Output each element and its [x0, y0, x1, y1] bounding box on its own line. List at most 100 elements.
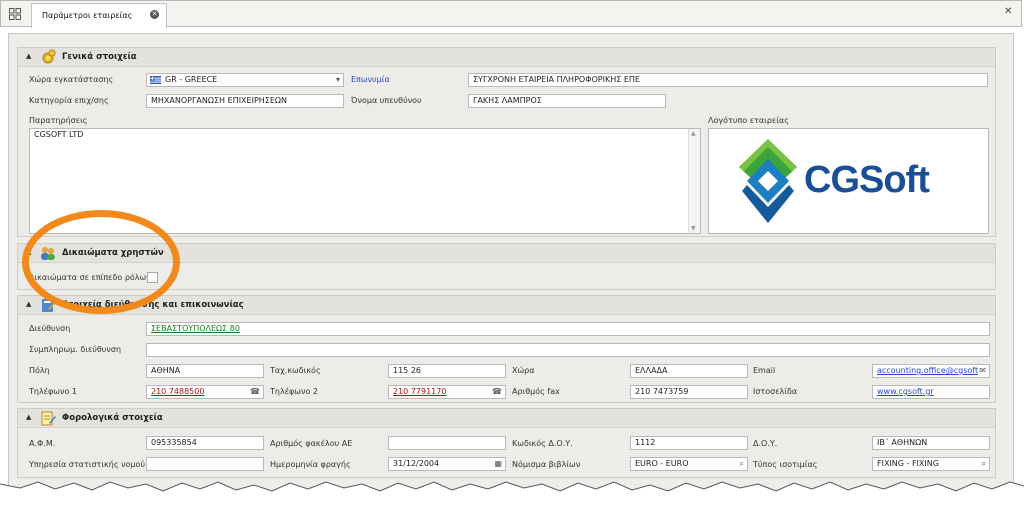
country2-value: ΕΛΛΑΔΑ — [635, 366, 668, 375]
collapse-icon[interactable]: ▲ — [26, 413, 31, 421]
company-name-field[interactable]: ΣΥΓΧΡΟΝΗ ΕΤΑΙΡΕΙΑ ΠΛΗΡΟΦΟΡΙΚΗΣ ΕΠΕ — [468, 73, 988, 87]
mail-icon[interactable]: ✉ — [979, 366, 986, 375]
ae-file-label: Αριθμός φακέλου ΑΕ — [270, 439, 353, 448]
country2-field[interactable]: ΕΛΛΑΔΑ — [630, 364, 748, 378]
parity-value: FIXING - FIXING — [877, 459, 939, 468]
calendar-icon[interactable]: ▦ — [494, 459, 502, 468]
country-label: Χώρα εγκατάστασης — [29, 75, 114, 84]
parity-field[interactable]: FIXING - FIXING ⌕ — [872, 457, 990, 471]
country2-label: Χώρα — [512, 366, 535, 375]
ae-file-field[interactable] — [388, 436, 506, 450]
stats-label: Υπηρεσία στατιστικής νομού — [29, 460, 146, 469]
greek-flag-icon — [150, 76, 161, 84]
website-value: www.cgsoft.gr — [877, 387, 934, 396]
group-tax-header[interactable]: ▲ Φορολογικά στοιχεία — [18, 409, 995, 428]
phone2-value: 210 7791170 — [393, 387, 447, 396]
group-title: Φορολογικά στοιχεία — [62, 413, 163, 423]
city-label: Πόλη — [29, 366, 50, 375]
company-name-label: Επωνυμία — [351, 75, 390, 84]
website-field[interactable]: www.cgsoft.gr — [872, 385, 990, 399]
phone1-value: 210 7488500 — [151, 387, 205, 396]
scroll-down-icon[interactable]: ▼ — [691, 225, 696, 232]
group-general-header[interactable]: ▲ Γενικά στοιχεία — [18, 48, 995, 67]
doy-value: ΙΒ΄ ΑΘΗΝΩΝ — [877, 438, 928, 447]
closing-date-label: Ημερομηνία φραγής — [270, 460, 351, 469]
email-field[interactable]: accounting.office@cgsoft ✉ — [872, 364, 990, 378]
address-field[interactable]: ΣΕΒΑΣΤΟΥΠΟΛΕΩΣ 80 — [146, 322, 990, 336]
logo-text: CGSoft — [804, 159, 930, 201]
search-icon[interactable]: ⌕ — [982, 459, 986, 469]
city-value: ΑΘΗΝΑ — [151, 366, 181, 375]
currency-label: Νόμισμα βιβλίων — [512, 460, 581, 469]
notes-value: CGSOFT LTD — [34, 130, 84, 139]
group-address-header[interactable]: ▲ Στοιχεία διεύθυνσης και επικοινωνίας — [18, 296, 995, 315]
logo-label: Λογότυπο εταιρείας — [708, 116, 789, 125]
phone1-field[interactable]: 210 7488500 ☎ — [146, 385, 264, 399]
afm-label: Α.Φ.Μ. — [29, 439, 56, 448]
manager-field[interactable]: ΓΑΚΗΣ ΛΑΜΠΡΟΣ — [468, 94, 666, 108]
phone1-label: Τηλέφωνο 1 — [29, 387, 77, 396]
address2-field[interactable] — [146, 343, 990, 357]
notes-scrollbar[interactable]: ▲ ▼ — [688, 129, 700, 233]
scroll-up-icon[interactable]: ▲ — [691, 130, 696, 137]
afm-field[interactable]: 095335854 — [146, 436, 264, 450]
company-name-value: ΣΥΓΧΡΟΝΗ ΕΤΑΙΡΕΙΑ ΠΛΗΡΟΦΟΡΙΚΗΣ ΕΠΕ — [473, 75, 640, 84]
group-address-contact: ▲ Στοιχεία διεύθυνσης και επικοινωνίας Δ… — [17, 295, 996, 403]
website-label: Ιστοσελίδα — [753, 387, 798, 396]
phone2-label: Τηλέφωνο 2 — [270, 387, 318, 396]
postal-label: Ταχ.κωδικός — [270, 366, 321, 375]
search-icon[interactable]: ⌕ — [740, 459, 744, 469]
grid-menu-icon[interactable] — [9, 8, 21, 20]
city-field[interactable]: ΑΘΗΝΑ — [146, 364, 264, 378]
doy-field[interactable]: ΙΒ΄ ΑΘΗΝΩΝ — [872, 436, 990, 450]
phone2-field[interactable]: 210 7791170 ☎ — [388, 385, 506, 399]
group-title: Γενικά στοιχεία — [62, 52, 137, 62]
category-label: Κατηγορία επιχ/σης — [29, 96, 109, 105]
fax-value: 210 7473759 — [635, 387, 689, 396]
stats-field[interactable] — [146, 457, 264, 471]
category-field[interactable]: ΜΗΧΑΝΟΡΓΑΝΩΣΗ ΕΠΙΧΕΙΡΗΣΕΩΝ — [146, 94, 344, 108]
closing-date-value: 31/12/2004 — [393, 459, 440, 468]
group-general: ▲ Γενικά στοιχεία Χώρα εγκατάστασης GR -… — [17, 47, 996, 237]
phone-icon[interactable]: ☎ — [250, 387, 260, 396]
document-tab-bar: Παράμετροι εταιρείας ✕ ✕ — [0, 0, 1022, 28]
doy-label: Δ.Ο.Υ. — [753, 439, 778, 448]
currency-value: EURO - EURO — [635, 459, 689, 468]
cgsoft-logo-icon — [739, 139, 797, 223]
manager-value: ΓΑΚΗΣ ΛΑΜΠΡΟΣ — [473, 96, 542, 105]
postal-value: 115 26 — [393, 366, 421, 375]
doy-code-value: 1112 — [635, 438, 656, 447]
group-tax: ▲ Φορολογικά στοιχεία Α.Φ.Μ. 095335854 Α… — [17, 408, 996, 478]
chevron-down-icon[interactable]: ▾ — [336, 75, 340, 84]
doy-code-field[interactable]: 1112 — [630, 436, 748, 450]
parity-label: Τύπος ισοτιμίας — [753, 460, 818, 469]
tab-company-parameters[interactable]: Παράμετροι εταιρείας ✕ — [31, 3, 167, 28]
gear-icon — [42, 49, 56, 64]
postal-field[interactable]: 115 26 — [388, 364, 506, 378]
highlight-ellipse — [22, 210, 180, 314]
email-label: Email — [753, 366, 776, 375]
country-select[interactable]: GR - GREECE ▾ — [146, 73, 344, 87]
fax-label: Αριθμός fax — [512, 387, 560, 396]
tab-close-icon[interactable]: ✕ — [150, 10, 159, 19]
email-value: accounting.office@cgsoft — [877, 366, 979, 375]
collapse-icon[interactable]: ▲ — [26, 300, 31, 308]
country-value: GR - GREECE — [165, 75, 218, 84]
notes-label: Παρατηρήσεις — [29, 116, 88, 125]
logo-image-box[interactable]: CGSoft — [708, 128, 989, 234]
tab-title: Παράμετροι εταιρείας — [42, 11, 133, 20]
phone-icon[interactable]: ☎ — [492, 387, 502, 396]
doy-code-label: Κωδικός Δ.Ο.Υ. — [512, 439, 573, 448]
closing-date-field[interactable]: 31/12/2004 ▦ — [388, 457, 506, 471]
address2-label: Συμπληρωμ. διεύθυνση — [29, 345, 122, 354]
fax-field[interactable]: 210 7473759 — [630, 385, 748, 399]
torn-edge-decoration — [0, 481, 1024, 509]
address-label: Διεύθυνση — [29, 324, 71, 333]
category-value: ΜΗΧΑΝΟΡΓΑΝΩΣΗ ΕΠΙΧΕΙΡΗΣΕΩΝ — [151, 96, 287, 105]
afm-value: 095335854 — [151, 438, 197, 447]
address-value: ΣΕΒΑΣΤΟΥΠΟΛΕΩΣ 80 — [151, 324, 240, 333]
collapse-icon[interactable]: ▲ — [26, 52, 31, 60]
manager-label: Όνομα υπευθύνου — [351, 96, 422, 105]
close-icon[interactable]: ✕ — [1004, 6, 1012, 17]
currency-field[interactable]: EURO - EURO ⌕ — [630, 457, 748, 471]
